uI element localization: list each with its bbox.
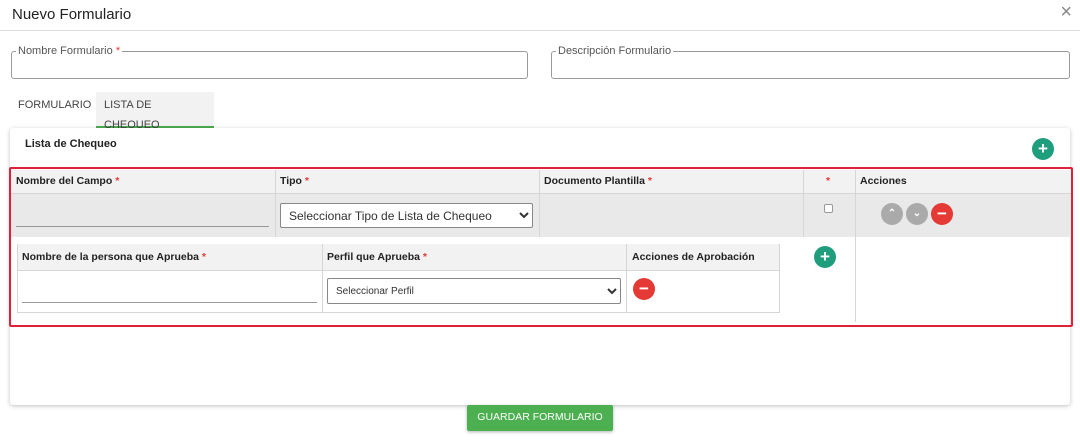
modal: Nuevo Formulario × Nombre Formulario * D… — [0, 0, 1080, 442]
form-name-field[interactable]: Nombre Formulario * — [11, 45, 528, 79]
form-description-label: Descripción Formulario — [558, 45, 672, 57]
save-form-button[interactable]: GUARDAR FORMULARIO — [467, 405, 613, 431]
card-title: Lista de Chequeo — [25, 138, 117, 150]
highlight-box — [9, 167, 1073, 327]
close-icon[interactable]: × — [1060, 2, 1072, 22]
tab-lista-de-chequeo[interactable]: LISTA DE CHEQUEO — [96, 92, 214, 131]
add-checklist-button[interactable]: + — [1032, 138, 1054, 160]
form-name-label: Nombre Formulario * — [18, 45, 121, 57]
form-description-field[interactable]: Descripción Formulario — [551, 45, 1070, 79]
header-divider — [0, 30, 1080, 31]
modal-title: Nuevo Formulario — [12, 6, 132, 23]
tab-formulario[interactable]: FORMULARIO — [10, 92, 99, 128]
